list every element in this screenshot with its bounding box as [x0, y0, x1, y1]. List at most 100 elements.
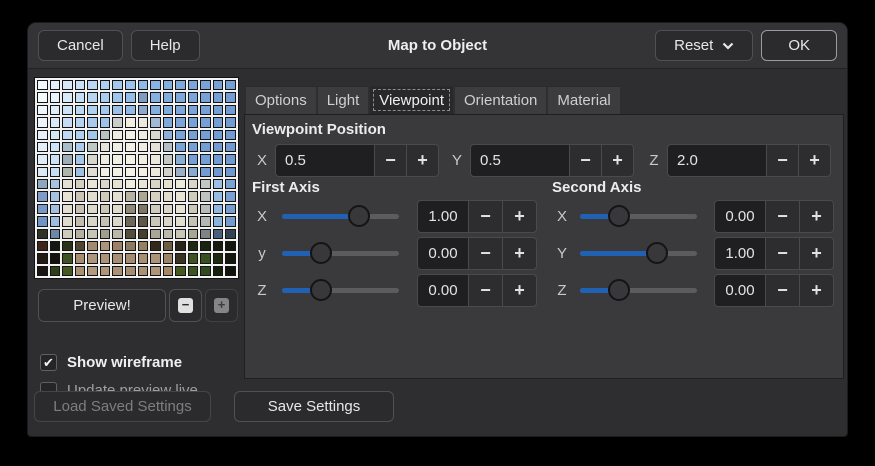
- zoom-out-button[interactable]: −: [169, 289, 202, 322]
- help-button[interactable]: Help: [131, 30, 200, 61]
- first-axis-z-slider[interactable]: [282, 277, 399, 303]
- first-axis-y-slider[interactable]: [282, 240, 399, 266]
- first-axis-x-decrement-button[interactable]: −: [468, 200, 503, 233]
- tab-strip: Options Light Viewpoint Orientation Mate…: [244, 86, 844, 114]
- preview-grid-cell: [125, 216, 136, 226]
- second-axis-y-slider[interactable]: [580, 240, 697, 266]
- chevron-down-icon: [722, 42, 734, 50]
- first-axis-x-slider[interactable]: [282, 203, 399, 229]
- tab-options[interactable]: Options: [246, 86, 316, 114]
- viewpoint-x-label: X: [255, 152, 269, 169]
- titlebar[interactable]: Cancel Help Map to Object Reset OK: [28, 23, 847, 69]
- preview-grid-cell: [112, 241, 123, 251]
- preview-grid-cell: [213, 191, 224, 201]
- preview-grid-cell: [112, 80, 123, 90]
- preview-grid-cell: [175, 266, 186, 276]
- preview-grid-cell: [175, 154, 186, 164]
- cancel-button[interactable]: Cancel: [38, 30, 123, 61]
- slider-knob[interactable]: [646, 242, 668, 264]
- first-axis-z-increment-button[interactable]: +: [502, 274, 537, 307]
- load-saved-settings-button[interactable]: Load Saved Settings: [34, 391, 211, 422]
- show-wireframe-checkbox[interactable]: ✔ Show wireframe: [40, 354, 182, 371]
- reset-button[interactable]: Reset: [655, 30, 753, 61]
- viewpoint-y-decrement-button[interactable]: −: [569, 144, 602, 177]
- second-axis-z-input[interactable]: [714, 274, 766, 307]
- zoom-in-icon: +: [214, 298, 229, 313]
- second-axis-y-label: Y: [555, 245, 569, 262]
- preview-grid-cell: [87, 253, 98, 263]
- ok-button[interactable]: OK: [761, 30, 837, 61]
- tab-orientation[interactable]: Orientation: [455, 86, 546, 114]
- second-axis-z-decrement-button[interactable]: −: [765, 274, 800, 307]
- preview-image[interactable]: [34, 77, 239, 279]
- slider-knob[interactable]: [608, 279, 630, 301]
- preview-grid-cell: [175, 80, 186, 90]
- preview-grid-cell: [100, 241, 111, 251]
- preview-button[interactable]: Preview!: [38, 289, 166, 322]
- tab-light[interactable]: Light: [318, 86, 369, 114]
- preview-grid-cell: [50, 142, 61, 152]
- second-axis-y-decrement-button[interactable]: −: [765, 237, 800, 270]
- preview-grid-cell: [37, 92, 48, 102]
- second-axis-z-spinner: − +: [714, 274, 834, 307]
- preview-grid-cell: [125, 142, 136, 152]
- first-axis-x-input[interactable]: [417, 200, 469, 233]
- preview-grid-cell: [37, 105, 48, 115]
- viewpoint-y-increment-button[interactable]: +: [601, 144, 634, 177]
- preview-grid-cell: [150, 229, 161, 239]
- first-axis-y-label: y: [255, 245, 269, 262]
- viewpoint-x-increment-button[interactable]: +: [406, 144, 439, 177]
- second-axis-x-slider[interactable]: [580, 203, 697, 229]
- slider-knob[interactable]: [348, 205, 370, 227]
- second-axis-x-input[interactable]: [714, 200, 766, 233]
- preview-grid-cell: [50, 154, 61, 164]
- preview-grid-cell: [112, 229, 123, 239]
- preview-grid-cell: [213, 253, 224, 263]
- tab-material[interactable]: Material: [548, 86, 619, 114]
- preview-grid-cell: [87, 241, 98, 251]
- preview-grid-cell: [100, 142, 111, 152]
- second-axis-z-slider[interactable]: [580, 277, 697, 303]
- viewpoint-y-input[interactable]: [470, 144, 570, 177]
- viewpoint-x-decrement-button[interactable]: −: [374, 144, 407, 177]
- tab-viewpoint[interactable]: Viewpoint: [370, 86, 453, 114]
- preview-grid-cell: [138, 117, 149, 127]
- zoom-in-button[interactable]: +: [205, 289, 238, 322]
- preview-grid-cell: [112, 204, 123, 214]
- first-axis-z-row: Z − +: [245, 273, 545, 307]
- preview-grid-cell: [87, 130, 98, 140]
- reset-label: Reset: [674, 37, 713, 54]
- slider-knob[interactable]: [608, 205, 630, 227]
- preview-grid-cell: [200, 105, 211, 115]
- preview-grid-cell: [225, 216, 236, 226]
- viewpoint-z-input[interactable]: [667, 144, 767, 177]
- preview-grid-cell: [213, 229, 224, 239]
- second-axis-y-increment-button[interactable]: +: [799, 237, 834, 270]
- viewpoint-z-increment-button[interactable]: +: [798, 144, 831, 177]
- first-axis-y-increment-button[interactable]: +: [502, 237, 537, 270]
- second-axis-y-input[interactable]: [714, 237, 766, 270]
- first-axis-y-decrement-button[interactable]: −: [468, 237, 503, 270]
- second-axis-x-increment-button[interactable]: +: [799, 200, 834, 233]
- preview-grid-cell: [175, 253, 186, 263]
- first-axis-x-increment-button[interactable]: +: [502, 200, 537, 233]
- slider-knob[interactable]: [310, 242, 332, 264]
- settings-notebook: Options Light Viewpoint Orientation Mate…: [244, 86, 844, 379]
- preview-grid-cell: [87, 191, 98, 201]
- save-settings-button[interactable]: Save Settings: [234, 391, 394, 422]
- first-axis-z-decrement-button[interactable]: −: [468, 274, 503, 307]
- preview-grid-cell: [50, 92, 61, 102]
- slider-knob[interactable]: [310, 279, 332, 301]
- preview-grid-cell: [37, 204, 48, 214]
- first-axis-z-input[interactable]: [417, 274, 469, 307]
- second-axis-x-decrement-button[interactable]: −: [765, 200, 800, 233]
- viewpoint-z-decrement-button[interactable]: −: [766, 144, 799, 177]
- second-axis-z-increment-button[interactable]: +: [799, 274, 834, 307]
- first-axis-y-input[interactable]: [417, 237, 469, 270]
- preview-grid-cell: [150, 204, 161, 214]
- preview-grid-cell: [75, 105, 86, 115]
- preview-grid-cell: [50, 229, 61, 239]
- preview-grid-cell: [75, 216, 86, 226]
- preview-grid-cell: [138, 266, 149, 276]
- viewpoint-x-input[interactable]: [275, 144, 375, 177]
